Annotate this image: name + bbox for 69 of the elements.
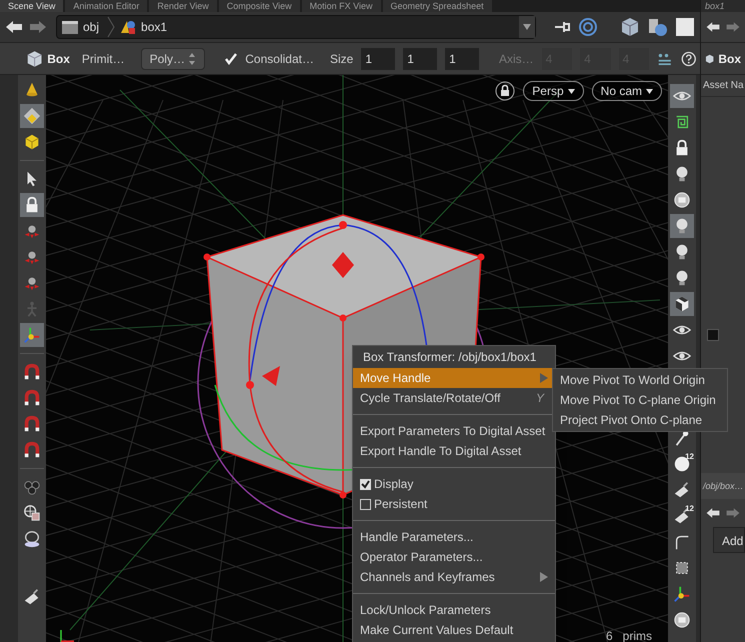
menu-item[interactable]: Export Handle To Digital Asset bbox=[353, 441, 555, 461]
submenu-arrow-icon bbox=[540, 373, 548, 383]
menu-item[interactable]: Move Pivot To World Origin bbox=[553, 370, 727, 390]
menu-item[interactable]: Lock/Unlock Parameters bbox=[353, 600, 555, 620]
tool-button[interactable]: 12 bbox=[670, 504, 694, 528]
primitive-type-dropdown[interactable]: Poly… bbox=[140, 48, 206, 70]
tab[interactable]: Animation Editor bbox=[65, 0, 148, 12]
menu-item[interactable]: Export Parameters To Digital Asset bbox=[353, 421, 555, 441]
dark-square bbox=[707, 329, 719, 341]
caret-icon bbox=[646, 88, 653, 94]
size-field[interactable]: 1 bbox=[403, 48, 438, 70]
menu-item[interactable]: Persistent bbox=[353, 494, 555, 514]
menu-item[interactable]: Move Pivot To C-plane Origin bbox=[553, 390, 727, 410]
size-field[interactable]: 1 bbox=[445, 48, 479, 70]
checkbox[interactable] bbox=[360, 478, 371, 490]
clapper-icon bbox=[61, 19, 79, 35]
menu-item[interactable]: Operator Parameters... bbox=[353, 547, 555, 567]
bulb-icon[interactable] bbox=[670, 214, 694, 238]
tool-button[interactable]: 12 bbox=[670, 452, 694, 476]
panel-path-label: /obj/box… bbox=[701, 473, 745, 499]
menu-title: Box Transformer: /obj/box1/box1 bbox=[362, 349, 538, 366]
axes-icon[interactable] bbox=[20, 323, 44, 347]
tab[interactable]: Composite View bbox=[218, 0, 300, 12]
back-arrow-icon[interactable] bbox=[705, 506, 721, 520]
tool-number-label: 12 bbox=[685, 452, 694, 461]
lock-icon[interactable] bbox=[495, 81, 516, 101]
menu-item[interactable]: Project Pivot Onto C-plane bbox=[553, 410, 727, 430]
asset-name-label: Asset Na bbox=[701, 75, 745, 97]
menu-item[interactable]: Channels and Keyframes bbox=[353, 567, 555, 587]
node-type-label: Box bbox=[47, 50, 70, 68]
shortcut-label: Y bbox=[536, 390, 546, 407]
panel-tab[interactable]: box1 bbox=[701, 0, 745, 12]
menu-item[interactable]: Make Current Values Default bbox=[353, 620, 555, 640]
dropdown-button[interactable] bbox=[519, 16, 535, 38]
checker-cube-icon[interactable] bbox=[670, 292, 694, 316]
path-segment[interactable]: box1 bbox=[141, 18, 168, 36]
submenu-arrow-icon bbox=[540, 572, 548, 582]
chevron-icon bbox=[107, 16, 116, 38]
node-type-label: Box bbox=[718, 50, 741, 68]
back-arrow-icon[interactable] bbox=[705, 20, 721, 34]
tool-number-label: 12 bbox=[685, 504, 694, 513]
caret-icon bbox=[568, 88, 575, 94]
tab[interactable]: Render View bbox=[149, 0, 217, 12]
shapes-icon bbox=[119, 19, 138, 35]
square-icon[interactable] bbox=[674, 16, 696, 38]
menu-item[interactable]: Handle Parameters... bbox=[353, 527, 555, 547]
menu-item[interactable]: Display bbox=[353, 474, 555, 494]
consolidate-label: Consolidat… bbox=[245, 50, 314, 68]
cube-icon bbox=[26, 48, 44, 68]
camera-dropdown[interactable]: Persp bbox=[523, 81, 584, 101]
caret-icon bbox=[523, 24, 531, 30]
back-arrow-icon[interactable] bbox=[4, 19, 24, 35]
shapes-icon[interactable] bbox=[646, 16, 670, 38]
size-label: Size bbox=[330, 50, 354, 68]
tab[interactable]: Motion FX View bbox=[302, 0, 381, 12]
menu-item[interactable]: Cycle Translate/Rotate/Off Y bbox=[353, 388, 555, 408]
tab[interactable]: Geometry Spreadsheet bbox=[382, 0, 492, 12]
eye-icon[interactable] bbox=[670, 84, 694, 108]
help-icon[interactable] bbox=[680, 50, 696, 68]
primitive-label: Primit… bbox=[82, 50, 125, 68]
size-field[interactable]: 1 bbox=[361, 48, 396, 70]
axis-gizmo-icon bbox=[60, 630, 74, 642]
camera-menu-dropdown[interactable]: No cam bbox=[592, 81, 662, 101]
target-icon[interactable] bbox=[578, 17, 598, 37]
axis-label: Axis… bbox=[498, 50, 534, 68]
tab[interactable]: Scene View bbox=[0, 0, 64, 12]
spinner-icon bbox=[188, 52, 196, 66]
path-segment[interactable]: obj bbox=[83, 18, 100, 36]
add-button[interactable]: Add bbox=[713, 527, 745, 553]
